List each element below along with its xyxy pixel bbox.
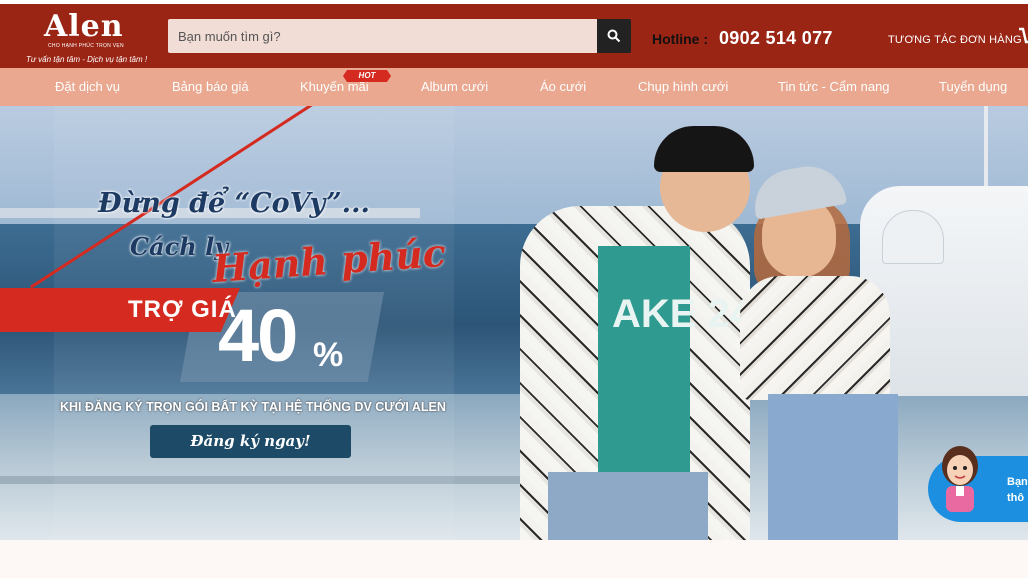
nav-item-album-cuoi[interactable]: Album cưới bbox=[421, 68, 488, 106]
couple-man-jeans bbox=[548, 472, 708, 540]
hotline-label: Hotline : bbox=[652, 31, 708, 47]
assistant-text: Bạn thô bbox=[1007, 474, 1028, 506]
tee-print: AKE 24 bbox=[612, 292, 753, 336]
banner-headline-1: Đừng để “CoVy”... bbox=[98, 188, 370, 219]
register-now-button[interactable]: Đăng ký ngay! bbox=[150, 425, 351, 458]
nav-item-chup-hinh-cuoi[interactable]: Chụp hình cưới bbox=[638, 68, 728, 106]
couple-woman-shirt bbox=[740, 276, 890, 400]
couple-woman-jeans bbox=[768, 394, 898, 540]
search-button[interactable] bbox=[597, 19, 631, 53]
nav-item-dat-dich-vu[interactable]: Đặt dịch vụ bbox=[55, 68, 120, 106]
site-header: Alen CHO HẠNH PHÚC TRỌN VẸN Tư vấn tận t… bbox=[0, 4, 1028, 68]
offer-value: 40 bbox=[218, 294, 298, 377]
boat-radar-dome bbox=[882, 210, 944, 264]
nav-item-tuyen-dung[interactable]: Tuyển dụng bbox=[939, 68, 1007, 106]
assistant-text-line-2: thô bbox=[1007, 492, 1025, 504]
couple-man-tee bbox=[598, 246, 690, 476]
hotline-number[interactable]: 0902 514 077 bbox=[719, 28, 833, 49]
hero-banner[interactable]: Đừng để “CoVy”... Cách ly Hạnh phúc TRỢ … bbox=[0, 106, 1028, 540]
logo[interactable]: Alen CHO HẠNH PHÚC TRỌN VẸN Tư vấn tận t… bbox=[22, 10, 152, 66]
page-content-area bbox=[0, 540, 1028, 578]
logo-wordmark: Alen bbox=[44, 9, 124, 44]
nav-item-ao-cuoi[interactable]: Áo cưới bbox=[540, 68, 586, 106]
order-tracking-link[interactable]: TƯƠNG TÁC ĐƠN HÀNG bbox=[888, 34, 1022, 46]
nav-item-tin-tuc[interactable]: Tin tức - Cẩm nang bbox=[778, 68, 890, 106]
assistant-avatar-icon bbox=[942, 446, 978, 512]
logo-tagline: CHO HẠNH PHÚC TRỌN VẸN bbox=[48, 43, 124, 49]
offer-condition: KHI ĐĂNG KÝ TRỌN GÓI BẤT KỲ TẠI HỆ THỐNG… bbox=[60, 400, 446, 414]
search-icon bbox=[607, 29, 621, 43]
assistant-text-line-1: Bạn bbox=[1007, 476, 1028, 488]
logo-slogan: Tư vấn tận tâm - Dịch vụ tận tâm ! bbox=[26, 55, 148, 64]
hot-badge: HOT bbox=[343, 70, 391, 82]
cart-icon[interactable] bbox=[1018, 26, 1028, 48]
search-input[interactable] bbox=[168, 19, 598, 53]
nav-item-bang-bao-gia[interactable]: Bảng báo giá bbox=[172, 68, 249, 106]
hot-badge-label: HOT bbox=[358, 71, 376, 80]
offer-unit: % bbox=[313, 336, 344, 374]
main-nav: Đặt dịch vụ Bảng báo giá Khuyến mãi Albu… bbox=[0, 68, 1028, 106]
